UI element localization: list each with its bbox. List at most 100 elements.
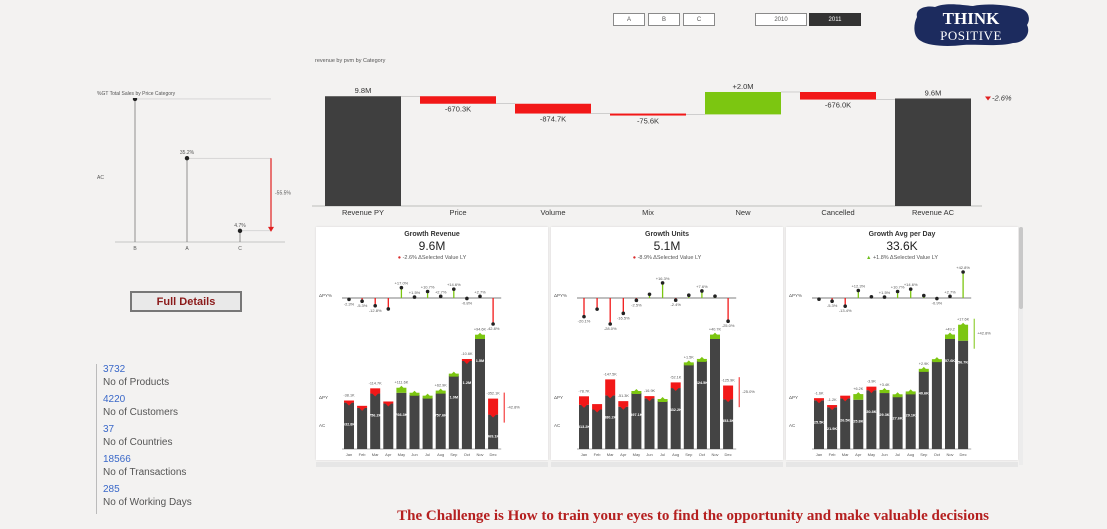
month-label: Oct bbox=[699, 452, 706, 457]
pct-dot bbox=[869, 294, 874, 299]
pct-label: +2.7% bbox=[474, 289, 486, 294]
delta-label: +40.7K bbox=[709, 328, 722, 332]
pct-dot bbox=[386, 307, 391, 311]
ac-label: 380.2K bbox=[604, 415, 617, 419]
ac-label: 25.5K bbox=[814, 420, 824, 424]
pct-label: -0.8% bbox=[462, 300, 473, 305]
delta-label: +3.4K bbox=[879, 383, 889, 387]
kpi-value: 18566 bbox=[103, 454, 131, 465]
next-card-strip bbox=[786, 462, 1018, 467]
bar-value-label: -670.3K bbox=[445, 105, 471, 114]
ac-label: 632.8K bbox=[343, 423, 356, 427]
pct-dot bbox=[425, 289, 430, 294]
row-label: ΔPY% bbox=[789, 293, 802, 298]
pct-dot bbox=[478, 294, 482, 299]
pct-label: -2.3% bbox=[344, 301, 355, 306]
ac-label: 1.0M bbox=[450, 396, 458, 400]
month-label: Nov bbox=[476, 452, 483, 457]
card-growth-avg-per-day: Growth Avg per Day 33.6K ▲ +1.8% ΔSelect… bbox=[786, 227, 1018, 460]
pct-label: +7.6% bbox=[696, 284, 708, 289]
category-option-a[interactable]: A bbox=[613, 13, 645, 26]
pct-label: -2.5% bbox=[631, 302, 642, 307]
ac-bar bbox=[892, 396, 903, 449]
scrollbar-thumb[interactable] bbox=[1019, 227, 1023, 309]
pct-label: -20.1% bbox=[578, 319, 591, 324]
category-label: New bbox=[735, 208, 751, 217]
month-label: Mar bbox=[372, 452, 380, 457]
ac-label: 29.3K bbox=[879, 413, 889, 417]
card-growth-units: Growth Units 5.1M ● -8.9% ΔSelected Valu… bbox=[551, 227, 783, 460]
ac-label: 624.5K bbox=[696, 381, 709, 385]
category-label: B bbox=[133, 246, 137, 252]
pct-dot bbox=[412, 295, 417, 299]
month-label: Nov bbox=[711, 452, 718, 457]
pct-dot bbox=[452, 287, 456, 291]
waterfall-bar bbox=[515, 103, 591, 114]
row-label: AC bbox=[789, 423, 796, 428]
waterfall-bar bbox=[610, 113, 686, 116]
category-label: C bbox=[238, 246, 242, 252]
month-label: Jun bbox=[881, 452, 887, 457]
variance-label: +42.8% bbox=[977, 331, 991, 336]
waterfall-bar bbox=[895, 98, 971, 206]
ac-bar bbox=[605, 395, 616, 449]
ac-bar bbox=[396, 392, 407, 449]
month-label: Aug bbox=[907, 452, 914, 457]
waterfall-bar bbox=[420, 96, 496, 104]
pct-label: +12.3% bbox=[851, 284, 865, 289]
row-label: ΔPY% bbox=[319, 293, 332, 298]
delta-label: -1.6K bbox=[814, 391, 824, 395]
month-label: Jan bbox=[581, 452, 587, 457]
variance-label: -42.8% bbox=[507, 405, 520, 410]
month-label: Apr bbox=[620, 452, 627, 457]
left-chart-title: %GT Total Sales by Price Category bbox=[97, 91, 176, 97]
category-label: Volume bbox=[540, 208, 565, 217]
category-option-c[interactable]: C bbox=[683, 13, 715, 26]
month-label: Apr bbox=[855, 452, 862, 457]
pct-label: +42.8% bbox=[956, 265, 970, 270]
ac-label: 1.5M bbox=[476, 359, 484, 363]
ac-bar bbox=[814, 400, 824, 449]
delta-label: -38.1K bbox=[343, 394, 355, 398]
ac-label: 57.6K bbox=[945, 359, 955, 363]
delta-label: -352.1K bbox=[486, 392, 500, 396]
ac-bar bbox=[683, 364, 694, 449]
year-option-2010[interactable]: 2010 bbox=[755, 13, 807, 26]
pct-dot bbox=[595, 307, 599, 311]
pct-label: -28.0% bbox=[604, 326, 617, 331]
pct-label: +17.0% bbox=[395, 281, 409, 286]
ac-label: 29.1K bbox=[906, 413, 916, 417]
ac-bar bbox=[670, 388, 681, 449]
kpi-value: 4220 bbox=[103, 394, 126, 405]
pct-label: -2.4% bbox=[670, 302, 681, 307]
row-label: AC bbox=[319, 423, 326, 428]
ac-bar bbox=[618, 406, 629, 449]
value-label: 35.2% bbox=[180, 150, 195, 156]
full-details-button[interactable]: Full Details bbox=[130, 291, 242, 312]
month-label: Jul bbox=[660, 452, 665, 457]
ac-bar bbox=[644, 398, 655, 449]
pct-dot bbox=[908, 287, 913, 291]
pct-label: -12.8% bbox=[369, 308, 382, 313]
month-label: Nov bbox=[946, 452, 953, 457]
pct-label: +14.6% bbox=[904, 282, 918, 287]
delta-bar bbox=[488, 398, 499, 415]
pct-label: -5.3% bbox=[827, 303, 838, 308]
pct-label: -16.5% bbox=[617, 315, 630, 320]
next-card-strip bbox=[316, 462, 548, 467]
ac-label: 1.2M bbox=[463, 381, 471, 385]
ac-label: 21.9K bbox=[827, 427, 837, 431]
year-option-2011[interactable]: 2011 bbox=[809, 13, 861, 26]
lollipop-dot bbox=[132, 98, 138, 102]
bar-value-label: -874.7K bbox=[540, 115, 566, 124]
ac-bar bbox=[945, 339, 955, 449]
delta-label: -125.9K bbox=[721, 379, 735, 383]
month-label: Jun bbox=[646, 452, 652, 457]
pct-dot bbox=[713, 294, 717, 298]
month-label: Jul bbox=[425, 452, 430, 457]
category-option-b[interactable]: B bbox=[648, 13, 680, 26]
revenue-waterfall-chart: 9.8M Revenue PY -670.3K Price -874.7K Volume -… bbox=[312, 82, 1012, 217]
month-label: Sep bbox=[685, 452, 693, 457]
pct-label: -5.3% bbox=[357, 303, 368, 308]
ac-label: 27.6K bbox=[893, 416, 903, 420]
